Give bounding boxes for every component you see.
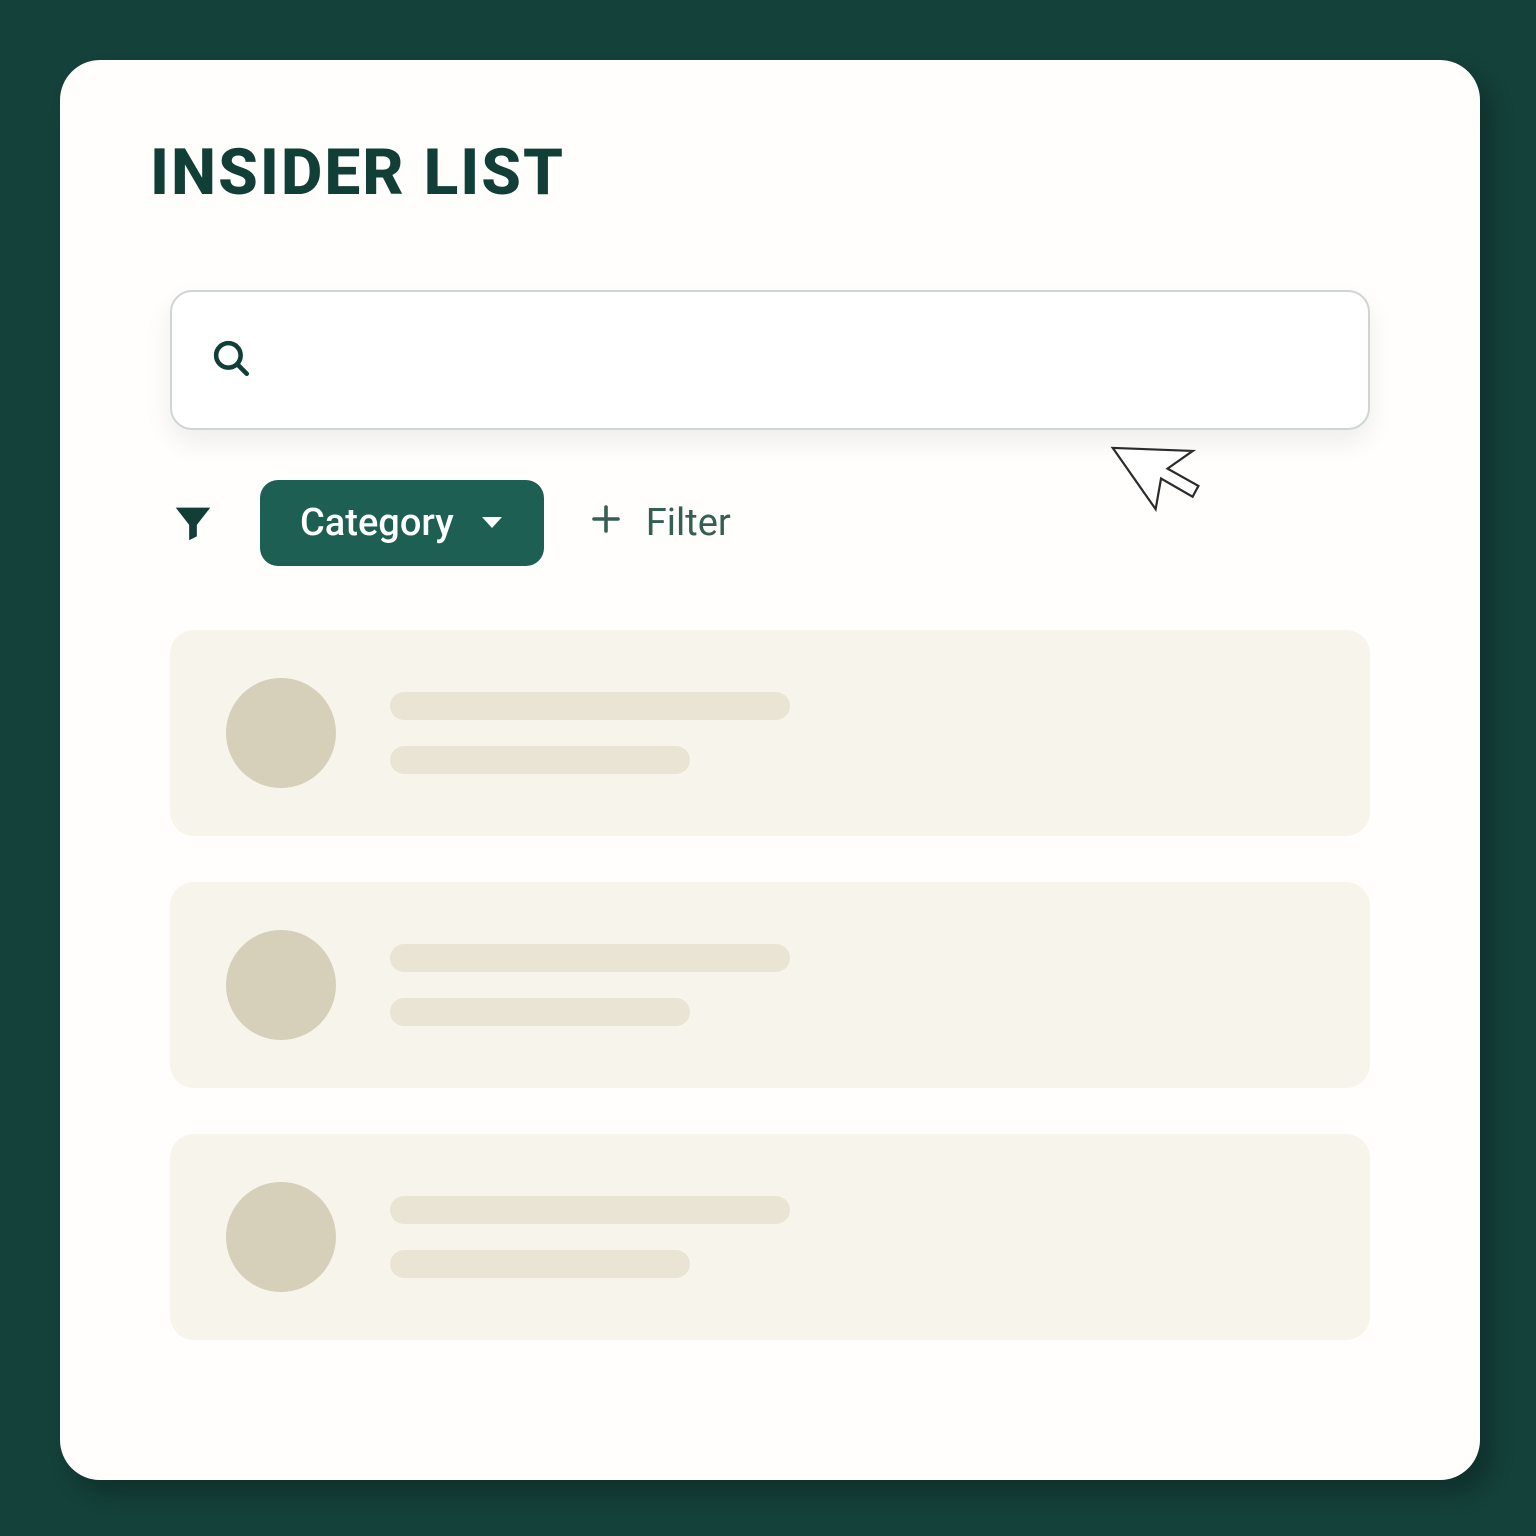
list-item[interactable] bbox=[170, 630, 1370, 836]
plus-icon bbox=[588, 501, 624, 545]
search-field[interactable] bbox=[170, 290, 1370, 430]
list-item[interactable] bbox=[170, 882, 1370, 1088]
skeleton-lines bbox=[390, 944, 790, 1026]
list-item[interactable] bbox=[170, 1134, 1370, 1340]
category-chip-label: Category bbox=[300, 504, 454, 542]
avatar bbox=[226, 1182, 336, 1292]
search-icon bbox=[210, 337, 252, 383]
skeleton-line bbox=[390, 1196, 790, 1224]
skeleton-line bbox=[390, 944, 790, 972]
panel-card: INSIDER LIST Category bbox=[60, 60, 1480, 1480]
filter-row: Category Filter bbox=[170, 480, 731, 566]
avatar bbox=[226, 678, 336, 788]
skeleton-line bbox=[390, 1250, 690, 1278]
chevron-down-icon bbox=[480, 515, 504, 531]
funnel-icon[interactable] bbox=[170, 500, 216, 546]
skeleton-lines bbox=[390, 1196, 790, 1278]
skeleton-line bbox=[390, 998, 690, 1026]
skeleton-line bbox=[390, 746, 690, 774]
add-filter-label: Filter bbox=[646, 501, 731, 545]
results-list bbox=[170, 630, 1370, 1340]
category-filter-chip[interactable]: Category bbox=[260, 480, 544, 566]
search-input[interactable] bbox=[276, 341, 1330, 380]
skeleton-lines bbox=[390, 692, 790, 774]
avatar bbox=[226, 930, 336, 1040]
add-filter-button[interactable]: Filter bbox=[588, 501, 731, 545]
page-title: INSIDER LIST bbox=[150, 135, 565, 210]
skeleton-line bbox=[390, 692, 790, 720]
